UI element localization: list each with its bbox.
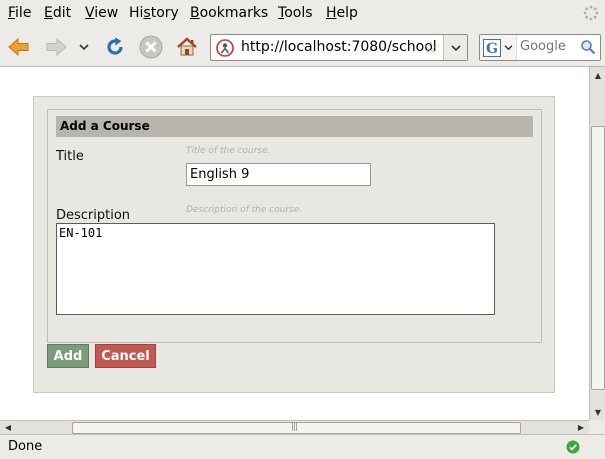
url-text[interactable]: http://localhost:7080/school: [241, 39, 437, 55]
status-bar: Done: [0, 434, 605, 459]
menu-help[interactable]: Help: [326, 5, 358, 21]
menu-view[interactable]: View: [85, 5, 118, 21]
scroll-down-arrow-icon[interactable]: ▼: [590, 404, 605, 420]
stop-button[interactable]: [138, 34, 164, 60]
scroll-right-arrow-icon[interactable]: ▶: [573, 420, 589, 434]
vertical-scrollbar[interactable]: ▲ ▼: [589, 67, 605, 420]
url-dropdown-icon: [450, 44, 461, 51]
scroll-left-arrow-icon[interactable]: ◀: [0, 420, 16, 434]
home-button[interactable]: [174, 34, 200, 60]
menu-bookmarks[interactable]: Bookmarks: [190, 5, 268, 21]
title-input[interactable]: [186, 163, 371, 186]
horizontal-scroll-thumb[interactable]: |||: [72, 422, 521, 434]
history-dropdown-icon: [79, 44, 89, 51]
home-icon: [177, 37, 197, 56]
url-dropdown-button[interactable]: [443, 35, 467, 60]
site-identity-icon: [216, 39, 234, 57]
scroll-grip-icon: |||: [291, 422, 298, 432]
search-engine-dropdown-icon: [504, 45, 513, 51]
menu-history[interactable]: History: [129, 5, 179, 21]
form-header: Add a Course: [56, 116, 533, 137]
vertical-scroll-thumb[interactable]: [591, 126, 605, 390]
title-hint: Title of the course.: [186, 146, 271, 156]
reload-icon: [107, 37, 123, 55]
stop-icon: [139, 35, 163, 59]
svg-text:G: G: [486, 41, 498, 57]
bookmark-star-icon[interactable]: ☆: [423, 38, 438, 58]
url-bar[interactable]: http://localhost:7080/school ☆: [210, 34, 468, 61]
google-icon: G: [483, 38, 501, 57]
add-button[interactable]: Add: [47, 344, 89, 368]
description-label: Description: [56, 208, 131, 223]
forward-arrow-icon: [46, 37, 67, 57]
page-viewport: Add a Course Title Title of the course. …: [0, 67, 589, 420]
menu-tools[interactable]: Tools: [278, 5, 313, 21]
course-fieldset: Add a Course Title Title of the course. …: [47, 109, 542, 343]
forward-button[interactable]: [43, 34, 69, 60]
back-button[interactable]: [6, 34, 32, 60]
menu-bar: File Edit View History Bookmarks Tools H…: [0, 0, 605, 27]
course-form-panel: Add a Course Title Title of the course. …: [33, 96, 555, 393]
search-go-icon[interactable]: [580, 39, 596, 55]
description-hint: Description of the course.: [186, 205, 303, 215]
menu-edit[interactable]: Edit: [44, 5, 71, 21]
history-dropdown-button[interactable]: [74, 34, 94, 60]
back-arrow-icon: [8, 37, 29, 57]
scroll-up-arrow-icon[interactable]: ▲: [590, 67, 605, 83]
reload-button[interactable]: [102, 34, 128, 60]
scrollbar-corner: [589, 420, 605, 434]
menu-file[interactable]: File: [8, 5, 31, 21]
secure-check-icon[interactable]: [566, 440, 580, 454]
search-engine-button[interactable]: G: [480, 35, 517, 60]
search-bar[interactable]: G: [479, 34, 601, 61]
search-input[interactable]: [520, 39, 576, 54]
cancel-button[interactable]: Cancel: [95, 344, 156, 368]
navigation-toolbar: http://localhost:7080/school ☆ G: [0, 27, 605, 67]
status-text: Done: [8, 439, 43, 454]
throbber-icon: [583, 5, 599, 21]
title-label: Title: [56, 149, 84, 164]
horizontal-scrollbar[interactable]: ◀ ||| ▶: [0, 420, 589, 434]
description-textarea[interactable]: EN-101: [56, 223, 495, 315]
